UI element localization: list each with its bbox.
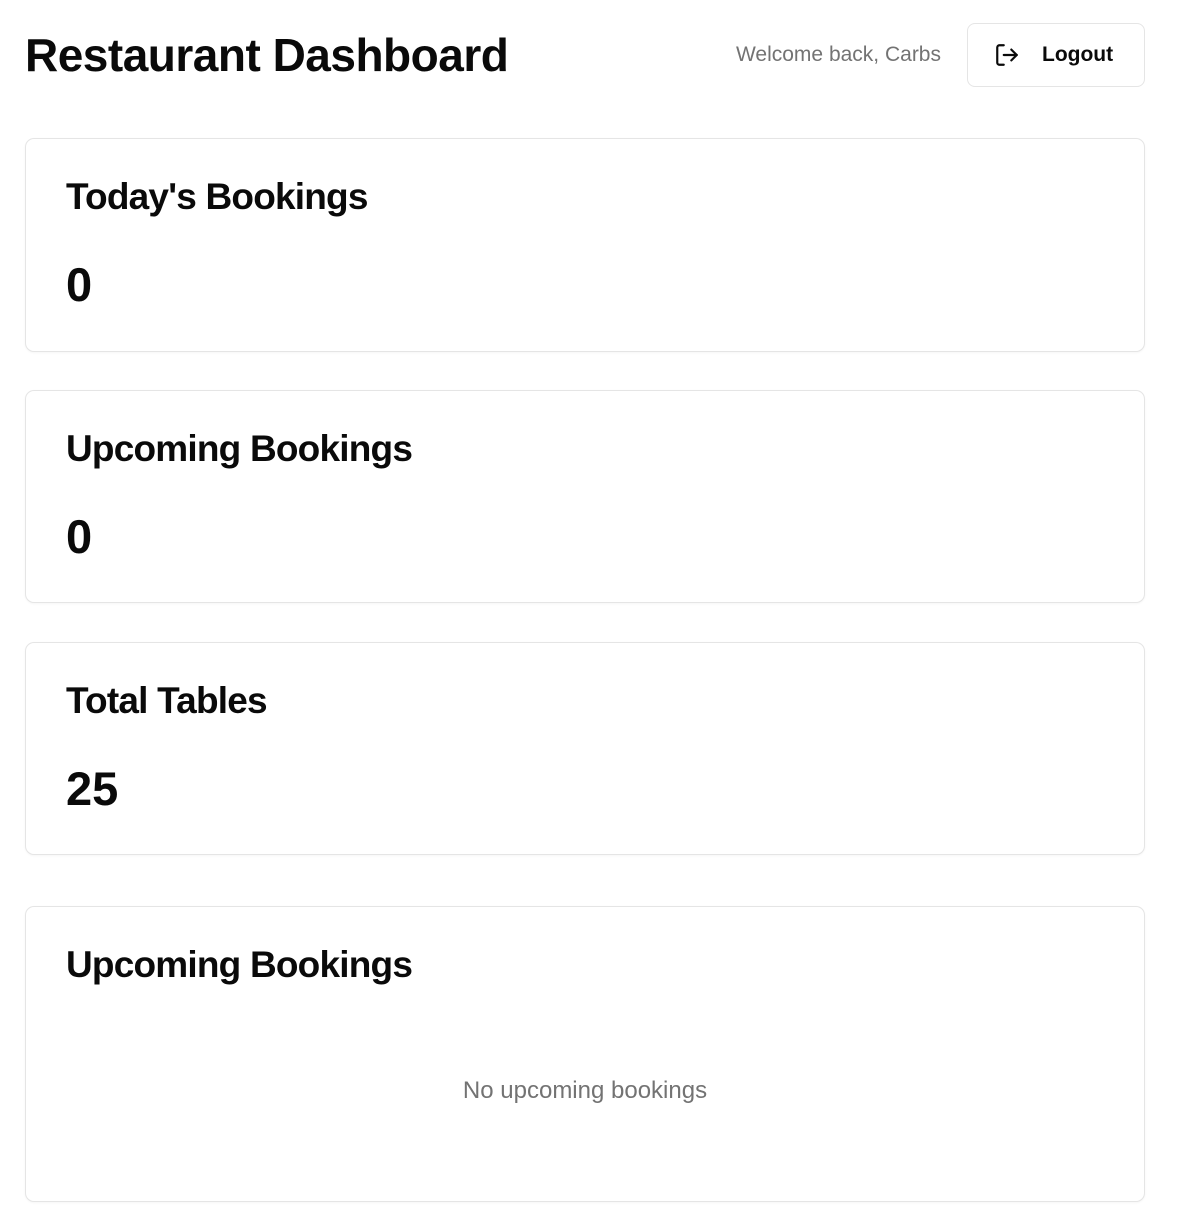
logout-label: Logout (1042, 43, 1114, 66)
stat-card-title: Today's Bookings (66, 176, 368, 217)
logout-button[interactable]: Logout (967, 23, 1145, 87)
stat-card-title: Total Tables (66, 680, 268, 721)
stat-card-title: Upcoming Bookings (66, 428, 413, 469)
welcome-message: Welcome back, Carbs (735, 43, 941, 66)
stat-card-todays-bookings: Today's Bookings 0 (25, 138, 1145, 352)
upcoming-bookings-title: Upcoming Bookings (66, 944, 413, 985)
page-header: Restaurant Dashboard Welcome back, Carbs… (25, 22, 1145, 88)
stat-card-upcoming-bookings: Upcoming Bookings 0 (25, 390, 1145, 603)
upcoming-bookings-list: Upcoming Bookings No upcoming bookings (25, 906, 1145, 1202)
stat-card-value: 0 (66, 258, 93, 311)
page-title: Restaurant Dashboard (25, 29, 509, 81)
stat-card-total-tables: Total Tables 25 (25, 642, 1145, 855)
empty-state-message: No upcoming bookings (462, 1077, 708, 1104)
log-out-icon (994, 42, 1020, 68)
header-actions: Welcome back, Carbs Logout (736, 23, 1145, 87)
dashboard-page: Restaurant Dashboard Welcome back, Carbs… (0, 0, 1180, 1224)
stat-card-value: 0 (66, 510, 93, 563)
stat-card-value: 25 (66, 762, 119, 815)
